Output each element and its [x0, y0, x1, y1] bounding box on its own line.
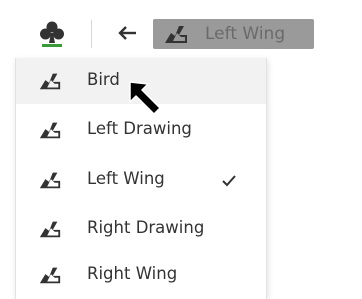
shape-template-icon: [38, 264, 62, 290]
shape-template-icon: [38, 169, 62, 195]
shape-template-icon: [163, 23, 189, 49]
menu-item-label: Right Wing: [87, 264, 178, 283]
menu-item-label: Right Drawing: [87, 218, 205, 237]
toolbar-separator: [91, 20, 92, 48]
club-icon[interactable]: [36, 18, 68, 50]
checkmark-icon: [222, 172, 236, 191]
mouse-cursor-icon: [128, 80, 168, 122]
menu-item-right-wing[interactable]: Right Wing: [16, 252, 266, 298]
menu-item-right-drawing[interactable]: Right Drawing: [16, 206, 266, 252]
toolbar: Left Wing: [0, 0, 362, 58]
shape-selector[interactable]: Left Wing: [153, 19, 314, 49]
menu-item-label: Bird: [87, 70, 120, 89]
menu-item-left-wing[interactable]: Left Wing: [16, 157, 266, 203]
back-arrow-icon[interactable]: [116, 20, 140, 46]
shape-template-icon: [38, 119, 62, 145]
shape-template-icon: [38, 218, 62, 244]
menu-item-label: Left Wing: [87, 169, 165, 188]
selector-label: Left Wing: [205, 24, 286, 44]
shape-template-icon: [38, 70, 62, 96]
